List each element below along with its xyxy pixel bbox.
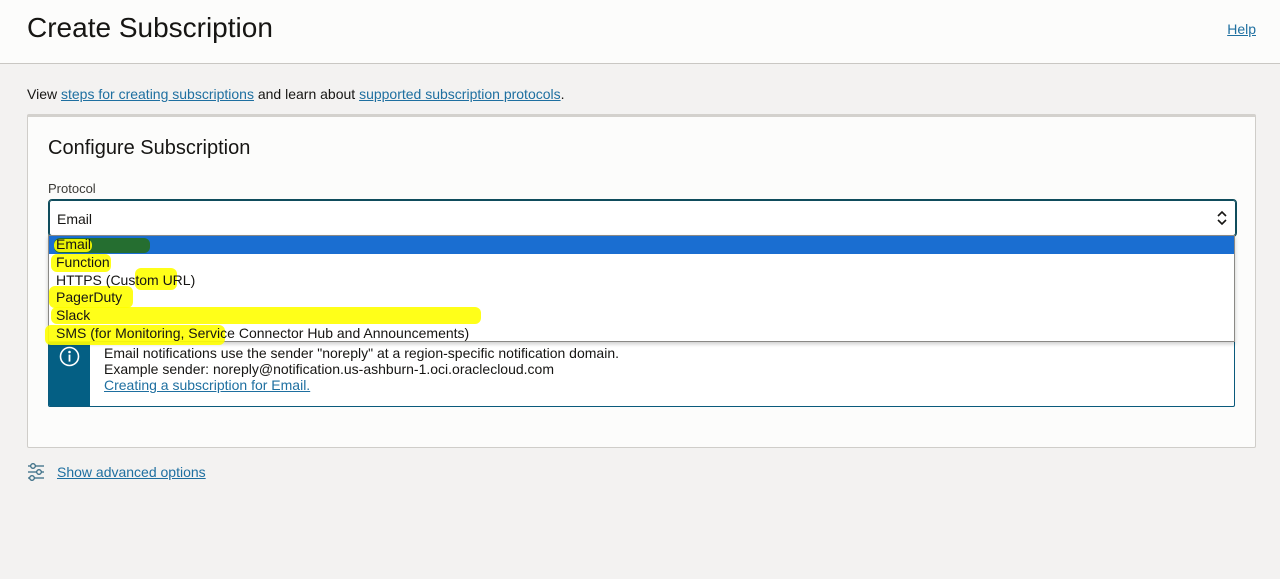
option-sms[interactable]: SMS (for Monitoring, Service Connector H… bbox=[45, 324, 1234, 345]
protocol-select[interactable]: Email bbox=[48, 199, 1237, 237]
option-email[interactable]: Email bbox=[49, 236, 1234, 254]
intro-text: View steps for creating subscriptions an… bbox=[27, 86, 565, 102]
option-slack-label: Slack bbox=[56, 307, 91, 324]
email-subscription-link[interactable]: Creating a subscription for Email. bbox=[104, 377, 310, 393]
option-sms-label: SMS (for Monitoring, Service Connector H… bbox=[56, 324, 470, 341]
option-slack[interactable]: Slack bbox=[49, 307, 1234, 325]
card-title: Configure Subscription bbox=[48, 137, 251, 159]
option-https[interactable]: HTTPS (Custom URL) bbox=[49, 267, 1234, 290]
intro-middle: and learn about bbox=[253, 86, 360, 102]
protocols-link[interactable]: supported subscription protocols bbox=[359, 86, 561, 102]
info-icon bbox=[59, 346, 80, 367]
option-https-label: HTTPS (Custom URL) bbox=[56, 271, 196, 288]
option-function[interactable]: Function bbox=[49, 253, 1234, 272]
option-email-label: Email bbox=[56, 236, 92, 252]
option-function-label: Function bbox=[56, 253, 110, 270]
intro-suffix: . bbox=[560, 86, 565, 102]
steps-link[interactable]: steps for creating subscriptions bbox=[61, 86, 254, 102]
page-title: Create Subscription bbox=[27, 12, 273, 43]
page-header: Create Subscription Help bbox=[0, 0, 1280, 64]
option-pagerduty-label: PagerDuty bbox=[56, 289, 123, 306]
chevron-up-down-icon bbox=[1217, 210, 1227, 226]
protocol-dropdown-list: Email Function HTTPS (Custom URL) PagerD… bbox=[45, 235, 1235, 345]
info-strip bbox=[49, 336, 90, 406]
option-pagerduty[interactable]: PagerDuty bbox=[49, 286, 1234, 309]
sliders-icon bbox=[28, 463, 44, 481]
info-line-2: Example sender: noreply@notification.us-… bbox=[104, 361, 554, 377]
protocol-label: Protocol bbox=[48, 181, 96, 196]
show-advanced-options-link[interactable]: Show advanced options bbox=[57, 464, 206, 480]
intro-prefix: View bbox=[27, 86, 61, 102]
info-line-1: Email notifications use the sender "nore… bbox=[104, 345, 619, 361]
help-link[interactable]: Help bbox=[1227, 21, 1256, 37]
info-text: Email notifications use the sender "nore… bbox=[104, 345, 619, 393]
protocol-select-value: Email bbox=[57, 211, 93, 227]
info-message: Email notifications use the sender "nore… bbox=[48, 335, 1235, 407]
